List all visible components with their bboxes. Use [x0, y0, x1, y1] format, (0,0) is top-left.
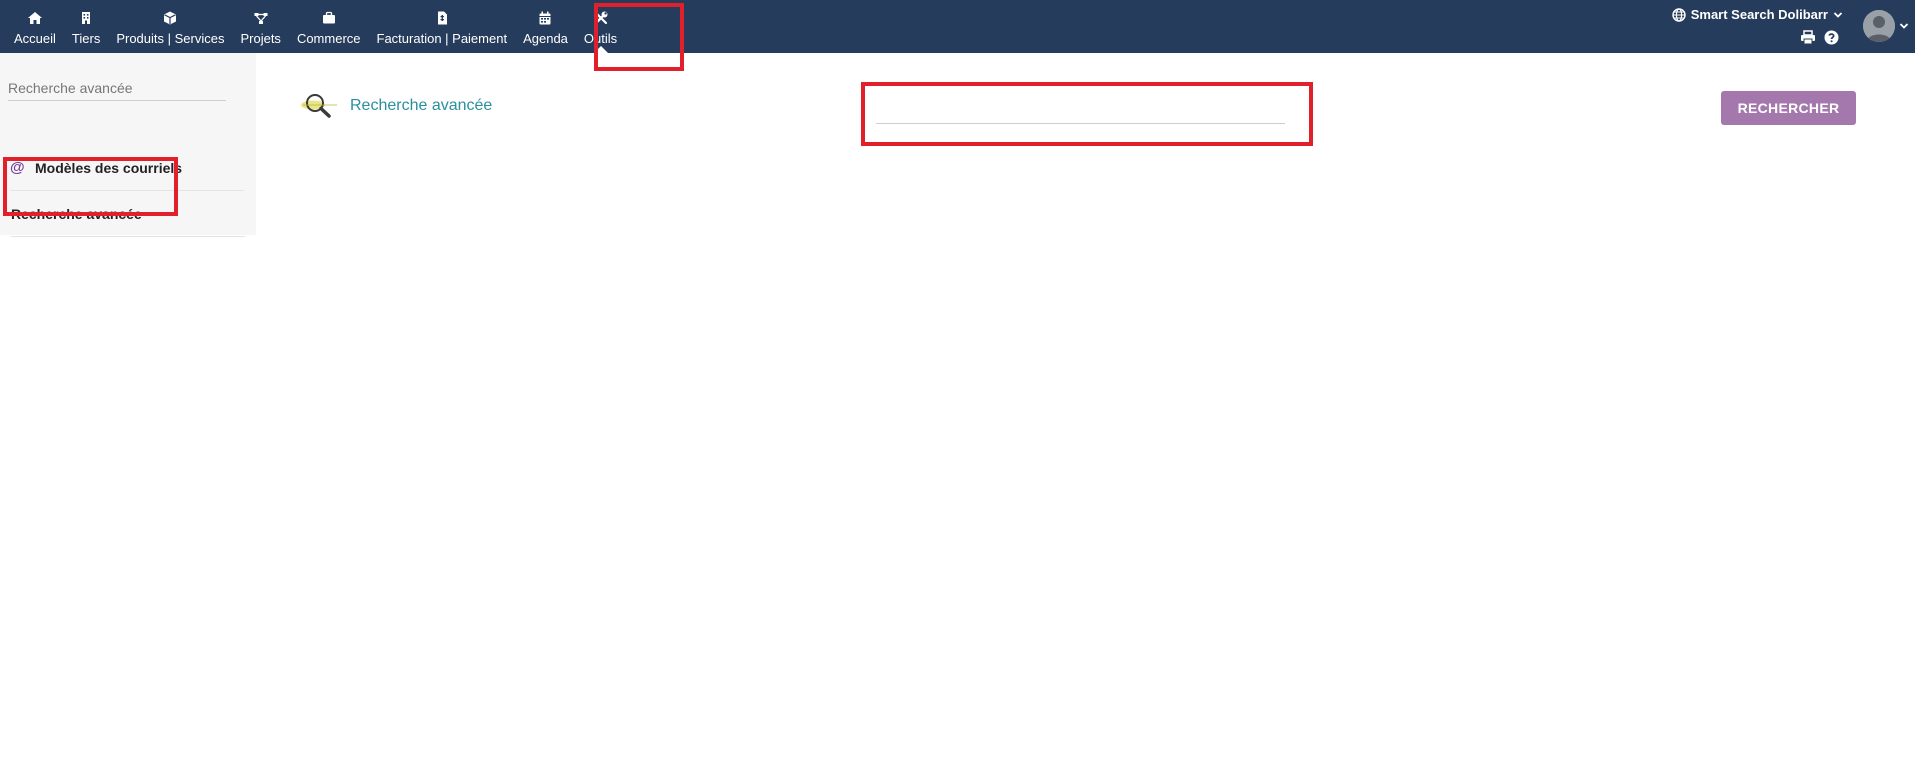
nav-item-facturation-paiement[interactable]: Facturation | Paiement [369, 0, 516, 53]
nav-item-outils[interactable]: Outils [576, 0, 625, 53]
left-sidebar: @ Modèles des courriels Recherche avancé… [0, 53, 256, 237]
briefcase-icon [322, 11, 335, 24]
calendar-icon [539, 11, 551, 25]
entity-name: Smart Search Dolibarr [1690, 7, 1828, 22]
nav-label: Outils [583, 31, 618, 46]
help-icon[interactable] [1824, 30, 1839, 45]
home-icon [27, 12, 42, 24]
advanced-search-input[interactable] [876, 100, 1285, 124]
user-avatar [1863, 10, 1895, 42]
at-icon: @ [10, 159, 25, 176]
search-button[interactable]: RECHERCHER [1721, 91, 1856, 125]
invoice-icon [437, 11, 447, 25]
top-navigation-bar: Accueil Tiers Produits | Services Projet… [0, 0, 1915, 53]
chevron-down-icon [1833, 11, 1843, 18]
nav-label: Commerce [296, 31, 361, 46]
user-menu[interactable] [1863, 10, 1909, 42]
nav-label: Accueil [14, 31, 56, 46]
globe-icon [1672, 7, 1686, 22]
cube-icon [164, 11, 177, 25]
sidebar-item-recherche-avancee[interactable]: Recherche avancée [11, 191, 245, 237]
nav-item-projets[interactable]: Projets [232, 0, 288, 53]
sidebar-item-label: Recherche avancée [11, 205, 142, 222]
entity-selector[interactable]: Smart Search Dolibarr [1672, 7, 1843, 22]
sidebar-item-label: Modèles des courriels [35, 159, 183, 176]
nav-item-agenda[interactable]: Agenda [515, 0, 576, 53]
page-title-text[interactable]: Recherche avancée [350, 97, 492, 115]
header-tool-icons [1800, 30, 1839, 45]
magnifier-logo-icon [301, 94, 337, 118]
page-title: Recherche avancée [300, 92, 492, 120]
nav-item-accueil[interactable]: Accueil [6, 0, 64, 53]
chevron-down-icon [1899, 23, 1909, 29]
sidebar-item-modeles-courriels[interactable]: @ Modèles des courriels [10, 145, 244, 191]
main-menu: Accueil Tiers Produits | Services Projet… [0, 0, 625, 53]
building-icon [82, 12, 91, 24]
nav-item-produits-services[interactable]: Produits | Services [108, 0, 232, 53]
nav-label: Agenda [523, 31, 568, 46]
project-tree-icon [254, 13, 268, 24]
print-icon[interactable] [1800, 30, 1816, 45]
nav-label: Facturation | Paiement [376, 31, 508, 46]
nav-label: Tiers [71, 31, 101, 46]
sidebar-search-input[interactable] [8, 76, 226, 101]
nav-item-commerce[interactable]: Commerce [289, 0, 369, 53]
nav-label: Produits | Services [116, 31, 225, 46]
nav-label: Projets [240, 31, 281, 46]
user-silhouette-icon [1863, 10, 1895, 42]
tools-icon [593, 11, 608, 25]
nav-item-tiers[interactable]: Tiers [64, 0, 108, 53]
